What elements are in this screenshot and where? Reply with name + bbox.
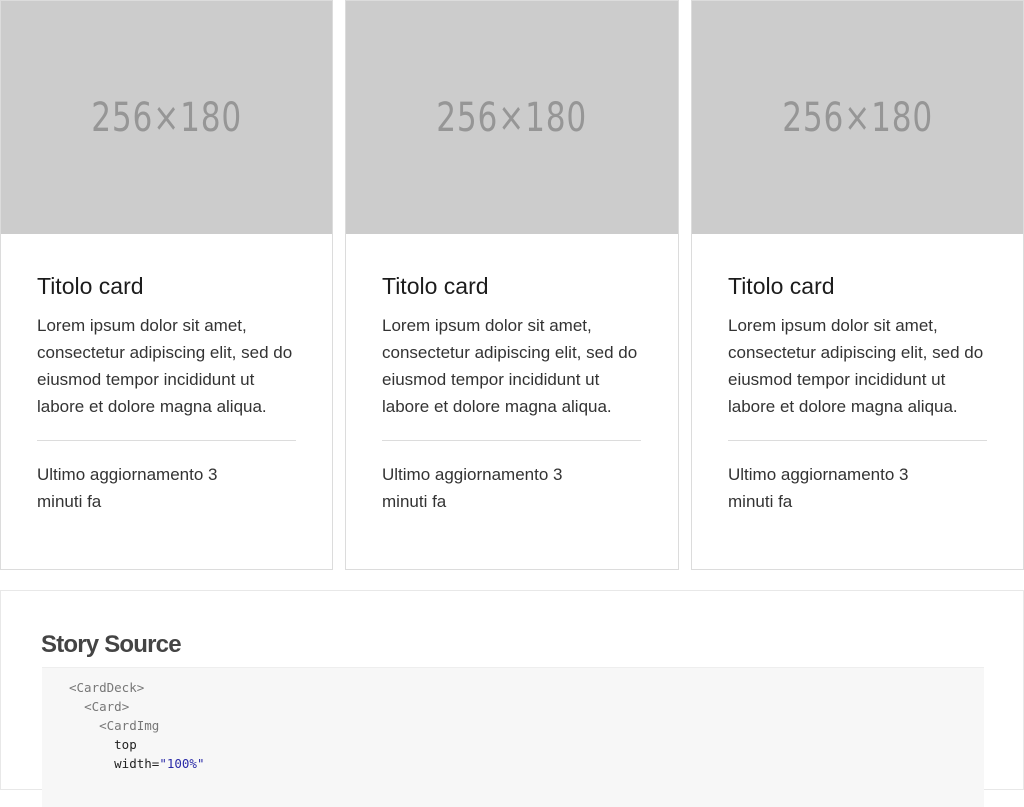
card-text: Lorem ipsum dolor sit amet, consectetur … <box>37 312 296 441</box>
code-string: "100%" <box>159 756 205 771</box>
code-line: <CardImg <box>69 716 984 735</box>
story-source-title: Story Source <box>41 631 182 658</box>
code-tag: <CardDeck> <box>69 680 145 695</box>
card: 256×180 Titolo card Lorem ipsum dolor si… <box>691 0 1024 570</box>
code-line: width="100%" <box>69 754 984 773</box>
code-line: <CardDeck> <box>69 678 984 697</box>
code-attr: top <box>114 737 137 752</box>
card-title: Titolo card <box>37 273 144 299</box>
card-footer-text: Ultimo aggiornamento 3 minuti fa <box>37 465 218 511</box>
card: 256×180 Titolo card Lorem ipsum dolor si… <box>0 0 333 570</box>
card-footer-text: Ultimo aggiornamento 3 minuti fa <box>728 465 909 511</box>
code-block[interactable]: <CardDeck> <Card> <CardImg top width="10… <box>42 667 984 807</box>
image-size-label: 256×180 <box>782 94 933 141</box>
card-image-placeholder: 256×180 <box>1 1 332 234</box>
code-tag: <CardImg <box>99 718 160 733</box>
card-image-placeholder: 256×180 <box>346 1 678 234</box>
card: 256×180 Titolo card Lorem ipsum dolor si… <box>345 0 679 570</box>
card-body: Titolo card Lorem ipsum dolor sit amet, … <box>692 234 1023 441</box>
card-title: Titolo card <box>728 273 835 299</box>
card-title: Titolo card <box>382 273 489 299</box>
card-text: Lorem ipsum dolor sit amet, consectetur … <box>728 312 987 441</box>
story-source-panel: Story Source <CardDeck> <Card> <CardImg … <box>0 590 1024 807</box>
card-text: Lorem ipsum dolor sit amet, consectetur … <box>382 312 641 441</box>
card-body: Titolo card Lorem ipsum dolor sit amet, … <box>1 234 332 441</box>
code-attr: width= <box>114 756 160 771</box>
code-tag: <Card> <box>84 699 130 714</box>
card-image-placeholder: 256×180 <box>692 1 1023 234</box>
card-deck: 256×180 Titolo card Lorem ipsum dolor si… <box>0 0 1024 570</box>
card-footer-text: Ultimo aggiornamento 3 minuti fa <box>382 465 563 511</box>
card-body: Titolo card Lorem ipsum dolor sit amet, … <box>346 234 678 441</box>
image-size-label: 256×180 <box>436 94 588 141</box>
code-line: <Card> <box>69 697 984 716</box>
image-size-label: 256×180 <box>91 94 242 141</box>
code-line: top <box>69 735 984 754</box>
